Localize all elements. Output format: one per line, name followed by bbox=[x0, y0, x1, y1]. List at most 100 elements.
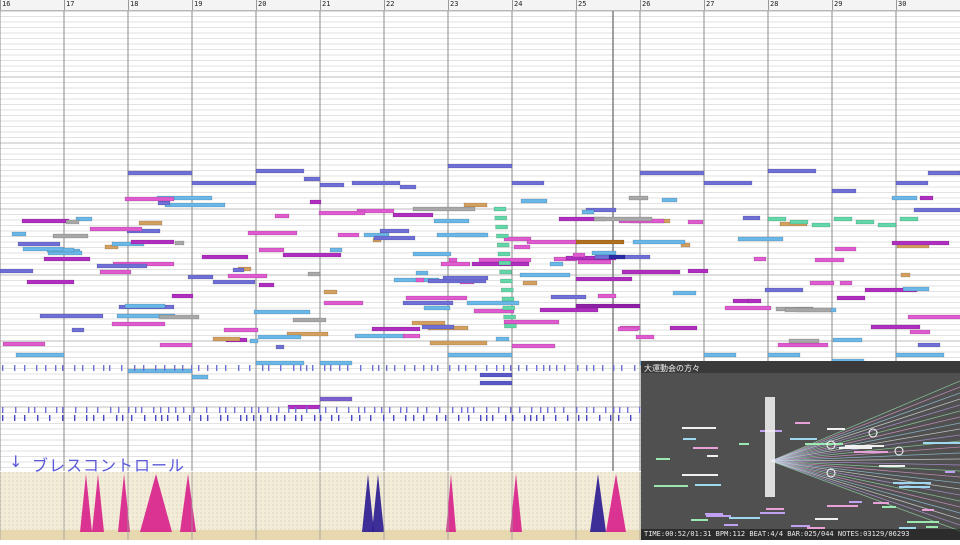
note-block[interactable] bbox=[421, 324, 455, 330]
note-block[interactable] bbox=[111, 321, 166, 327]
note-tick[interactable] bbox=[510, 365, 512, 371]
note-tick[interactable] bbox=[605, 407, 607, 413]
note-block[interactable] bbox=[703, 352, 737, 358]
note-tick[interactable] bbox=[417, 407, 419, 413]
note-tick[interactable] bbox=[306, 407, 308, 413]
note-block[interactable] bbox=[99, 269, 132, 275]
note-tick[interactable] bbox=[374, 407, 376, 413]
note-tick[interactable] bbox=[14, 365, 16, 371]
note-block[interactable] bbox=[319, 396, 353, 402]
note-tick[interactable] bbox=[45, 365, 47, 371]
note-tick[interactable] bbox=[431, 365, 433, 371]
note-tick[interactable] bbox=[182, 365, 184, 371]
note-tick[interactable] bbox=[295, 407, 297, 413]
note-tick[interactable] bbox=[423, 365, 425, 371]
note-block[interactable] bbox=[247, 230, 298, 236]
note-tick[interactable] bbox=[219, 407, 221, 413]
note-tick[interactable] bbox=[339, 365, 341, 371]
note-block[interactable] bbox=[767, 216, 787, 222]
note-block[interactable] bbox=[282, 252, 342, 258]
note-block[interactable] bbox=[130, 239, 175, 245]
note-tick[interactable] bbox=[519, 407, 521, 413]
note-block[interactable] bbox=[448, 257, 458, 263]
note-tick[interactable] bbox=[449, 365, 451, 371]
bar-number[interactable]: 24 bbox=[512, 0, 522, 9]
note-tick[interactable] bbox=[586, 407, 588, 413]
note-block[interactable] bbox=[253, 309, 311, 315]
note-tick[interactable] bbox=[324, 365, 326, 371]
note-block[interactable] bbox=[2, 341, 46, 347]
note-block[interactable] bbox=[429, 340, 488, 346]
note-tick[interactable] bbox=[14, 415, 16, 421]
note-tick[interactable] bbox=[414, 365, 416, 371]
note-tick[interactable] bbox=[278, 407, 280, 413]
note-block[interactable] bbox=[227, 273, 268, 279]
note-tick[interactable] bbox=[423, 415, 425, 421]
note-tick[interactable] bbox=[258, 407, 260, 413]
note-tick[interactable] bbox=[293, 365, 295, 371]
note-block[interactable] bbox=[513, 244, 531, 250]
note-tick[interactable] bbox=[86, 407, 88, 413]
note-tick[interactable] bbox=[370, 415, 372, 421]
note-tick[interactable] bbox=[200, 415, 202, 421]
note-tick[interactable] bbox=[116, 415, 118, 421]
bar-number[interactable]: 16 bbox=[0, 0, 10, 9]
note-block[interactable] bbox=[724, 305, 772, 311]
note-block[interactable] bbox=[520, 198, 548, 204]
note-block[interactable] bbox=[309, 199, 322, 205]
note-block[interactable] bbox=[405, 295, 468, 301]
note-tick[interactable] bbox=[593, 365, 595, 371]
note-tick[interactable] bbox=[284, 415, 286, 421]
note-tick[interactable] bbox=[320, 415, 322, 421]
note-block[interactable] bbox=[423, 305, 451, 311]
note-block[interactable] bbox=[138, 220, 163, 226]
note-block[interactable] bbox=[522, 280, 538, 286]
note-tick[interactable] bbox=[36, 365, 38, 371]
bar-number[interactable]: 23 bbox=[448, 0, 458, 9]
note-block[interactable] bbox=[187, 274, 214, 280]
note-tick[interactable] bbox=[227, 415, 229, 421]
note-block[interactable] bbox=[463, 202, 488, 208]
bar-number[interactable]: 26 bbox=[640, 0, 650, 9]
note-tick[interactable] bbox=[175, 407, 177, 413]
note-block[interactable] bbox=[550, 294, 587, 300]
note-block[interactable] bbox=[307, 271, 321, 277]
note-block[interactable] bbox=[917, 342, 941, 348]
note-tick[interactable] bbox=[155, 415, 157, 421]
note-block[interactable] bbox=[900, 272, 911, 278]
note-tick[interactable] bbox=[183, 407, 185, 413]
note-tick[interactable] bbox=[503, 365, 505, 371]
note-tick[interactable] bbox=[15, 407, 17, 413]
note-tick[interactable] bbox=[135, 407, 137, 413]
note-tick[interactable] bbox=[103, 365, 105, 371]
note-tick[interactable] bbox=[164, 365, 166, 371]
note-block[interactable] bbox=[809, 280, 835, 286]
note-tick[interactable] bbox=[458, 365, 460, 371]
note-block[interactable] bbox=[96, 263, 148, 269]
bar-number[interactable]: 17 bbox=[64, 0, 74, 9]
note-block[interactable] bbox=[831, 188, 857, 194]
note-block[interactable] bbox=[39, 313, 104, 319]
note-tick[interactable] bbox=[74, 415, 76, 421]
note-tick[interactable] bbox=[155, 365, 157, 371]
note-tick[interactable] bbox=[56, 407, 58, 413]
note-tick[interactable] bbox=[253, 415, 255, 421]
note-block[interactable] bbox=[159, 342, 193, 348]
note-block[interactable] bbox=[632, 239, 686, 245]
note-tick[interactable] bbox=[524, 415, 526, 421]
note-tick[interactable] bbox=[445, 415, 447, 421]
note-tick[interactable] bbox=[288, 407, 290, 413]
note-tick[interactable] bbox=[473, 407, 475, 413]
note-tick[interactable] bbox=[602, 365, 604, 371]
note-tick[interactable] bbox=[496, 365, 498, 371]
note-tick[interactable] bbox=[168, 407, 170, 413]
note-tick[interactable] bbox=[270, 415, 272, 421]
note-block[interactable] bbox=[191, 374, 209, 380]
note-tick[interactable] bbox=[225, 365, 227, 371]
note-block[interactable] bbox=[777, 342, 829, 348]
note-block[interactable] bbox=[442, 275, 489, 281]
note-block[interactable] bbox=[703, 180, 753, 186]
note-tick[interactable] bbox=[306, 365, 308, 371]
note-tick[interactable] bbox=[34, 407, 36, 413]
note-block[interactable] bbox=[617, 326, 639, 332]
